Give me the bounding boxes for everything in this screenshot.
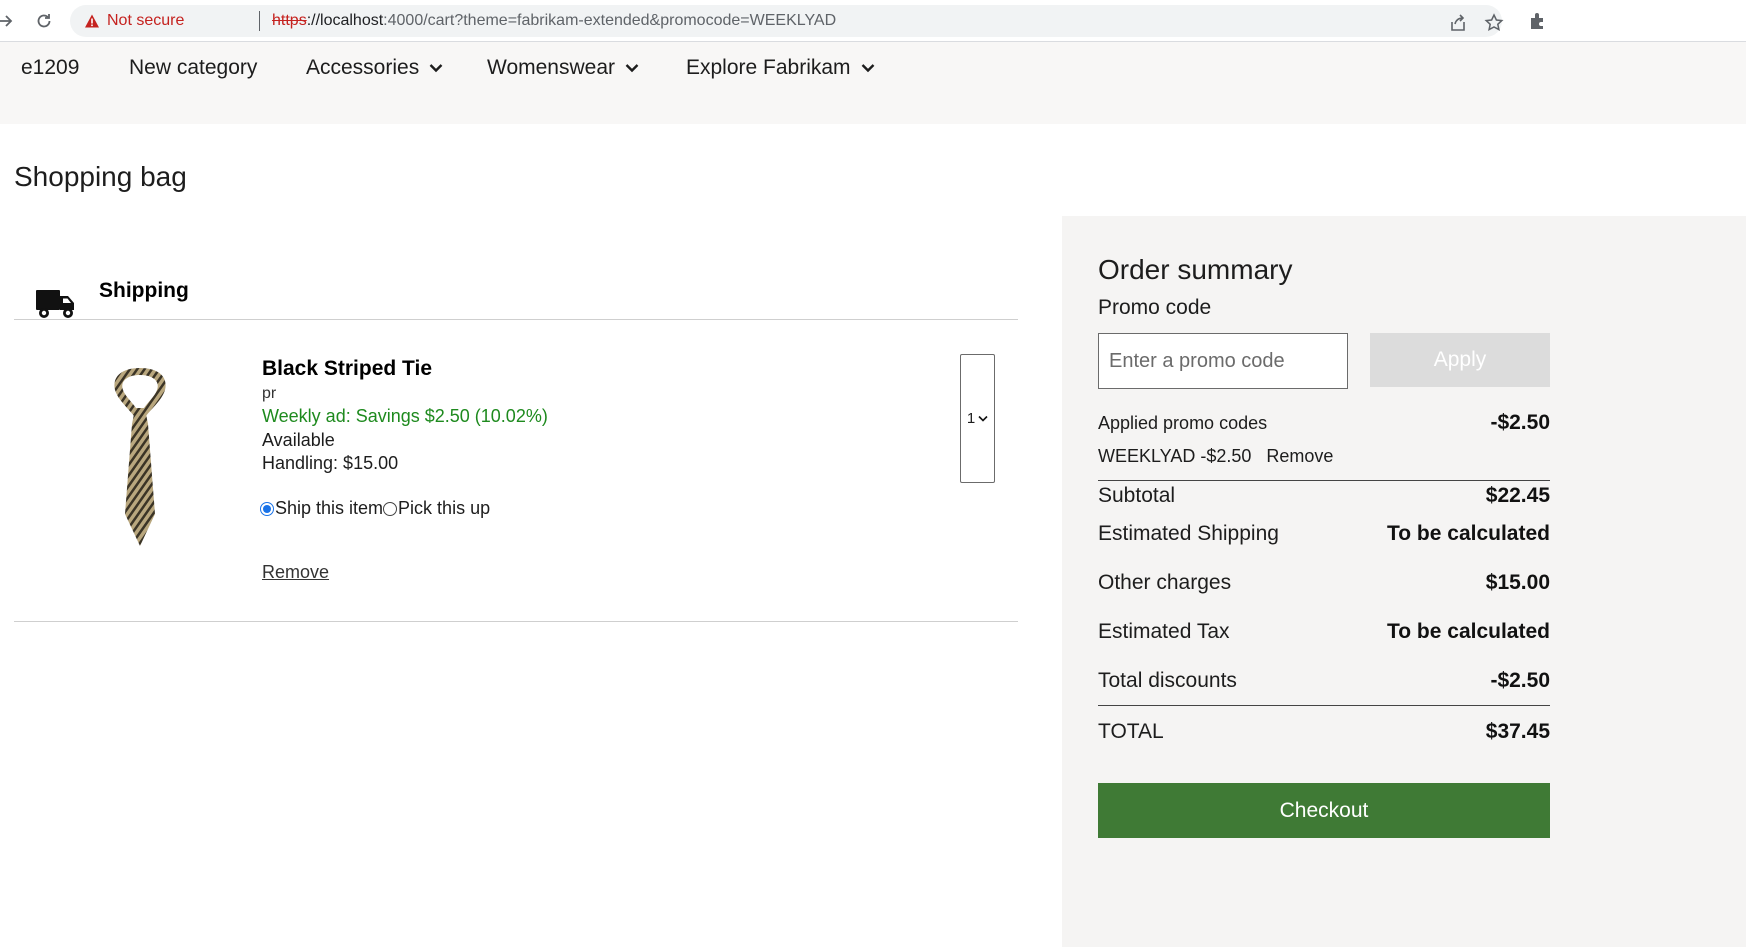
- nav-item-label: Womenswear: [487, 56, 615, 79]
- other-charges-label: Other charges: [1098, 571, 1232, 594]
- estimated-tax-label: Estimated Tax: [1098, 620, 1230, 643]
- shipping-label: Shipping: [99, 279, 189, 302]
- browser-toolbar: Not secure https://localhost:4000/cart?t…: [0, 0, 1746, 42]
- shipping-group-header: Shipping: [14, 272, 1018, 320]
- page-title: Shopping bag: [14, 161, 187, 192]
- bookmark-star-icon[interactable]: [1484, 13, 1504, 33]
- nav-item-label: Accessories: [306, 56, 420, 79]
- warning-icon: [85, 14, 99, 28]
- estimated-tax-value: To be calculated: [1387, 620, 1550, 643]
- cart-line-item: Black Striped Tie pr Weekly ad: Savings …: [14, 320, 1018, 622]
- nav-item-label: New category: [129, 56, 258, 79]
- applied-promo-label: Applied promo codes: [1098, 412, 1268, 433]
- applied-promo-row: Applied promo codes -$2.50: [1098, 411, 1550, 435]
- promo-code-label: Promo code: [1098, 296, 1212, 319]
- chevron-down-icon: [625, 64, 639, 73]
- pickup-radio[interactable]: [383, 501, 398, 516]
- nav-item-label: Explore Fabrikam: [686, 56, 851, 79]
- subtotal-label: Subtotal: [1098, 484, 1176, 507]
- estimated-tax-row: Estimated Tax To be calculated: [1098, 618, 1550, 646]
- share-icon[interactable]: [1448, 13, 1468, 33]
- ship-item-radio[interactable]: [260, 501, 274, 516]
- url-path: :4000/cart?theme=fabrikam-extended&promo…: [383, 12, 837, 29]
- nav-item-label: e1209: [21, 56, 80, 79]
- site-navigation: e1209 New category Accessories Womenswea…: [0, 42, 1746, 124]
- summary-divider: [1098, 480, 1550, 481]
- product-variant: pr: [262, 385, 277, 402]
- total-row: TOTAL $37.45: [1098, 718, 1550, 746]
- checkout-button[interactable]: Checkout: [1098, 783, 1550, 838]
- total-label: TOTAL: [1098, 720, 1164, 743]
- product-savings: Weekly ad: Savings $2.50 (10.02%): [262, 406, 548, 426]
- product-availability: Available: [262, 430, 335, 450]
- order-summary-title: Order summary: [1098, 254, 1293, 285]
- nav-item-accessories[interactable]: Accessories: [306, 55, 443, 81]
- promo-code-input[interactable]: Enter a promo code: [1098, 333, 1348, 389]
- url-host: ://localhost: [306, 12, 384, 29]
- ship-item-label[interactable]: Ship this item: [275, 498, 383, 519]
- nav-item-e1209[interactable]: e1209: [21, 55, 79, 81]
- address-separator: [259, 11, 260, 31]
- apply-promo-button[interactable]: Apply: [1370, 333, 1550, 387]
- quantity-select[interactable]: 1: [960, 354, 995, 483]
- product-handling-fee: Handling: $15.00: [262, 453, 399, 473]
- applied-promo-code: WEEKLYAD -$2.50 Remove: [1098, 446, 1333, 467]
- total-discounts-row: Total discounts -$2.50: [1098, 667, 1550, 695]
- security-status[interactable]: Not secure: [107, 12, 184, 30]
- estimated-shipping-value: To be calculated: [1387, 522, 1550, 545]
- nav-item-womenswear[interactable]: Womenswear: [487, 55, 639, 81]
- chevron-down-icon: [861, 64, 874, 73]
- address-bar[interactable]: Not secure https://localhost:4000/cart?t…: [70, 5, 1504, 37]
- url-text[interactable]: https://localhost:4000/cart?theme=fabrik…: [272, 12, 836, 30]
- remove-promo-link[interactable]: Remove: [1266, 446, 1333, 467]
- product-name[interactable]: Black Striped Tie: [262, 357, 432, 381]
- pickup-label[interactable]: Pick this up: [398, 498, 490, 519]
- forward-icon[interactable]: [0, 9, 18, 33]
- other-charges-value: $15.00: [1485, 571, 1550, 594]
- product-image[interactable]: [110, 364, 170, 548]
- delivery-option-group: Ship this item Pick this up: [260, 498, 490, 519]
- total-value: $37.45: [1485, 720, 1550, 743]
- applied-code-text: WEEKLYAD -$2.50: [1098, 446, 1252, 466]
- estimated-shipping-label: Estimated Shipping: [1098, 522, 1279, 545]
- nav-item-explore-fabrikam[interactable]: Explore Fabrikam: [686, 55, 875, 81]
- url-scheme: https: [272, 12, 307, 29]
- chevron-down-icon: [429, 64, 443, 73]
- summary-divider: [1098, 705, 1550, 706]
- subtotal-row: Subtotal $22.45: [1098, 482, 1550, 510]
- quantity-value: 1: [966, 410, 976, 427]
- reload-icon[interactable]: [32, 9, 56, 33]
- extensions-puzzle-icon[interactable]: [1528, 11, 1548, 31]
- total-discounts-label: Total discounts: [1098, 669, 1237, 692]
- delivery-truck-icon: [36, 290, 74, 318]
- remove-item-link[interactable]: Remove: [262, 562, 329, 583]
- chevron-down-icon: [978, 415, 988, 422]
- nav-item-new-category[interactable]: New category: [129, 55, 257, 81]
- applied-promo-value: -$2.50: [1490, 411, 1550, 434]
- total-discounts-value: -$2.50: [1490, 669, 1550, 692]
- subtotal-value: $22.45: [1485, 484, 1550, 507]
- order-summary-panel: Order summary Promo code Enter a promo c…: [1062, 216, 1746, 947]
- estimated-shipping-row: Estimated Shipping To be calculated: [1098, 520, 1550, 548]
- other-charges-row: Other charges $15.00: [1098, 569, 1550, 597]
